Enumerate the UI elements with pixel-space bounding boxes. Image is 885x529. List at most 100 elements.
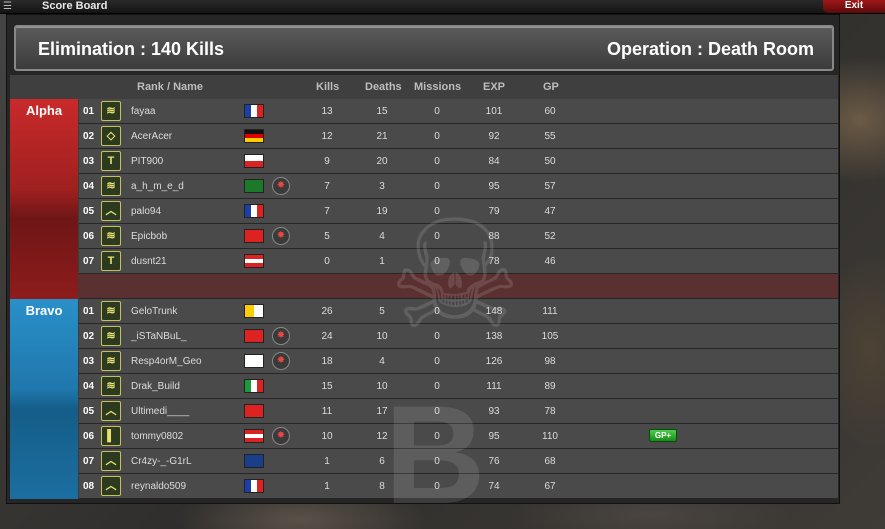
- player-row[interactable]: 02 ≋ _iSTaNBuL_ ✸ 24 10 0 138 105: [79, 324, 838, 349]
- player-slot-number: 08: [83, 481, 95, 492]
- player-missions: 0: [434, 231, 440, 242]
- player-exp: 95: [488, 431, 500, 442]
- gp-bonus-button[interactable]: GP+: [649, 429, 677, 442]
- player-row[interactable]: 04 ≋ a_h_m_e_d ✸ 7 3 0 95 57: [79, 174, 838, 199]
- player-row[interactable]: 05 ︿ Ultimedi____ 11 17 0 93 78: [79, 399, 838, 424]
- rank-insignia-icon: ≋: [101, 226, 121, 246]
- player-slot-number: 04: [83, 381, 95, 392]
- player-row[interactable]: 07 ︿ Cr4zy-_-G1rL 1 6 0 76 68: [79, 449, 838, 474]
- france-flag-icon: [244, 479, 264, 493]
- player-kills: 18: [321, 356, 333, 367]
- player-missions: 0: [434, 181, 440, 192]
- player-row[interactable]: 01 ≋ GeloTrunk 26 5 0 148 111: [79, 299, 838, 324]
- player-gp: 46: [544, 256, 556, 267]
- clan-emblem-icon: ✸: [272, 352, 290, 370]
- rank-insignia-icon: ︿: [101, 401, 121, 421]
- player-row[interactable]: 04 ≋ Drak_Build 15 10 0 111 89: [79, 374, 838, 399]
- game-mode-label: Elimination : 140 Kills: [38, 39, 225, 59]
- player-exp: 126: [485, 356, 503, 367]
- player-gp: 89: [544, 381, 556, 392]
- player-name: Ultimedi____: [131, 406, 190, 417]
- player-name: reynaldo509: [131, 481, 187, 492]
- rank-insignia-icon: ≋: [101, 351, 121, 371]
- player-deaths: 20: [376, 156, 388, 167]
- clan-emblem-icon: ✸: [272, 177, 290, 195]
- player-row[interactable]: 06 ▌ tommy0802 ✸ 10 12 0 95 110 GP+: [79, 424, 838, 449]
- player-missions: 0: [434, 106, 440, 117]
- rank-insignia-icon: T: [101, 151, 121, 171]
- player-kills: 24: [321, 331, 333, 342]
- france-flag-icon: [244, 204, 264, 218]
- player-row[interactable]: 08 ︿ reynaldo509 1 8 0 74 67: [79, 474, 838, 499]
- alpha-rows: 01 ≋ fayaa 13 15 0 101 60 02 ◇ AcerAcer 12 21 0 92 55 03…: [79, 99, 838, 299]
- col-deaths: Deaths: [365, 81, 402, 93]
- clan-emblem-icon: ✸: [272, 327, 290, 345]
- player-exp: 95: [488, 181, 500, 192]
- player-missions: 0: [434, 481, 440, 492]
- vatican-flag-icon: [244, 304, 264, 318]
- exit-button[interactable]: Exit: [823, 0, 885, 13]
- player-slot-number: 07: [83, 456, 95, 467]
- player-kills: 13: [321, 106, 333, 117]
- player-missions: 0: [434, 131, 440, 142]
- rank-insignia-icon: ≋: [101, 301, 121, 321]
- menu-icon[interactable]: ☰: [3, 1, 15, 12]
- team-bravo-name: Bravo: [25, 303, 63, 318]
- player-name: Cr4zy-_-G1rL: [131, 456, 192, 467]
- player-row[interactable]: 03 T PIT900 9 20 0 84 50: [79, 149, 838, 174]
- austria-flag-icon: [244, 429, 264, 443]
- player-row[interactable]: 07 Tdusnt21 0 1 0 78 46: [79, 249, 838, 274]
- player-row[interactable]: 06 ≋ Epicbob ✸ 5 4 0 88 52: [79, 224, 838, 249]
- player-kills: 7: [324, 206, 330, 217]
- clan-emblem-icon: ✸: [272, 227, 290, 245]
- rank-insignia-icon: ◇: [101, 126, 121, 146]
- player-exp: 148: [485, 306, 503, 317]
- player-kills: 9: [324, 156, 330, 167]
- player-deaths: 15: [376, 106, 388, 117]
- player-row[interactable]: 05 ︿ palo94 7 19 0 79 47: [79, 199, 838, 224]
- player-name: PIT900: [131, 156, 164, 167]
- player-kills: 0: [324, 256, 330, 267]
- player-gp: 98: [544, 356, 556, 367]
- player-missions: 0: [434, 331, 440, 342]
- player-deaths: 4: [379, 231, 385, 242]
- rank-insignia-icon: ︿: [101, 476, 121, 496]
- rank-insignia-icon: ≋: [101, 176, 121, 196]
- turkey-flag-icon: [244, 329, 264, 343]
- player-slot-number: 06: [83, 431, 95, 442]
- team-alpha-block: Alpha: [10, 99, 78, 299]
- player-row[interactable]: 03 ≋ Resp4orM_Geo ✸ 18 4 0 126 98: [79, 349, 838, 374]
- player-row[interactable]: 01 ≋ fayaa 13 15 0 101 60: [79, 99, 838, 124]
- player-exp: 84: [488, 156, 500, 167]
- player-gp: 52: [544, 231, 556, 242]
- player-exp: 78: [488, 256, 500, 267]
- match-header: Elimination : 140 Kills Operation : Deat…: [14, 25, 834, 71]
- player-deaths: 3: [379, 181, 385, 192]
- player-exp: 88: [488, 231, 500, 242]
- col-missions: Missions: [414, 81, 462, 93]
- player-deaths: 8: [379, 481, 385, 492]
- uk-flag-icon: [244, 454, 264, 468]
- player-kills: 12: [321, 131, 333, 142]
- column-headers: Rank / Name Kills Deaths Missions EXP GP: [10, 75, 838, 99]
- switzerland-flag-icon: [244, 229, 264, 243]
- player-gp: 47: [544, 206, 556, 217]
- player-deaths: 12: [376, 431, 388, 442]
- player-name: a_h_m_e_d: [131, 181, 184, 192]
- player-gp: 105: [541, 331, 559, 342]
- window-titlebar: ☰ Score Board Exit: [0, 0, 885, 14]
- player-name: tommy0802: [131, 431, 184, 442]
- player-missions: 0: [434, 156, 440, 167]
- player-gp: 111: [542, 306, 558, 317]
- player-exp: 92: [488, 131, 500, 142]
- player-row[interactable]: 02 ◇ AcerAcer 12 21 0 92 55: [79, 124, 838, 149]
- france-flag-icon: [244, 104, 264, 118]
- empty-slot-row: [79, 274, 838, 299]
- player-exp: 76: [488, 456, 500, 467]
- italy-flag-icon: [244, 379, 264, 393]
- player-exp: 74: [488, 481, 500, 492]
- player-exp: 138: [485, 331, 503, 342]
- player-exp: 111: [486, 381, 502, 392]
- player-missions: 0: [434, 206, 440, 217]
- player-deaths: 4: [379, 356, 385, 367]
